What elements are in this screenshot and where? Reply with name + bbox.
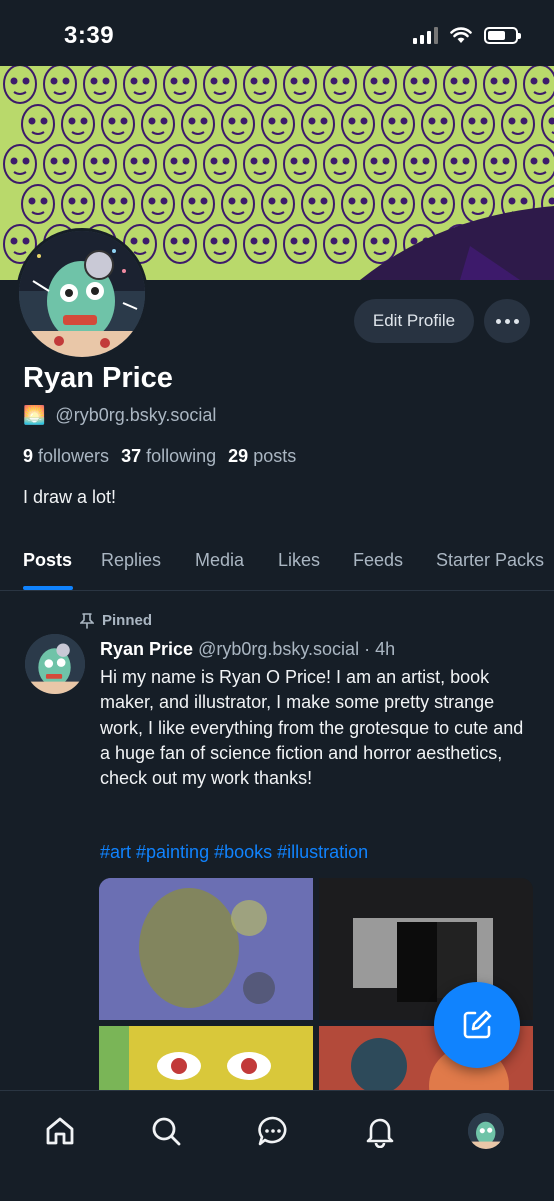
battery-icon	[484, 27, 518, 44]
active-tab-indicator	[23, 586, 73, 590]
tab-posts[interactable]: Posts	[23, 550, 72, 571]
posts-label: posts	[253, 446, 296, 466]
following-link[interactable]: 37 following	[121, 446, 216, 467]
home-icon	[43, 1114, 77, 1148]
pin-icon	[80, 613, 94, 629]
profile-name: Ryan Price	[23, 362, 173, 395]
following-count: 37	[121, 446, 141, 466]
post-text: Hi my name is Ryan O Price! I am an arti…	[100, 665, 530, 791]
avatar-artwork	[19, 231, 145, 357]
status-icons	[413, 26, 518, 44]
post-image-1[interactable]	[99, 878, 313, 1020]
search-icon	[149, 1114, 183, 1148]
posts-count: 29	[228, 446, 248, 466]
profile-avatar[interactable]	[16, 228, 148, 360]
nav-search[interactable]	[146, 1111, 186, 1151]
pinned-label: Pinned	[102, 612, 152, 629]
compose-icon	[459, 1007, 495, 1043]
sunrise-emoji: 🌅	[23, 405, 45, 426]
pinned-indicator: Pinned	[80, 612, 152, 629]
more-options-button[interactable]	[484, 299, 530, 343]
followers-count: 9	[23, 446, 33, 466]
post-header: Ryan Price @ryb0rg.bsky.social · 4h	[100, 639, 395, 660]
nav-home[interactable]	[40, 1111, 80, 1151]
chat-icon	[256, 1114, 290, 1148]
following-label: following	[146, 446, 216, 466]
profile-avatar-small	[468, 1113, 504, 1149]
post-author-name[interactable]: Ryan Price	[100, 639, 193, 659]
tab-feeds[interactable]: Feeds	[353, 550, 403, 571]
compose-post-button[interactable]	[434, 982, 520, 1068]
nav-profile[interactable]	[466, 1111, 506, 1151]
followers-label: followers	[38, 446, 109, 466]
nav-notifications[interactable]	[360, 1111, 400, 1151]
wifi-icon	[450, 27, 472, 44]
tab-replies[interactable]: Replies	[101, 550, 161, 571]
bottom-navigation	[0, 1090, 554, 1201]
cellular-signal-icon	[413, 26, 438, 44]
profile-handle: @ryb0rg.bsky.social	[55, 405, 216, 426]
tab-media[interactable]: Media	[195, 550, 244, 571]
nav-chat[interactable]	[253, 1111, 293, 1151]
more-dot	[514, 319, 519, 324]
more-dot	[505, 319, 510, 324]
profile-tabs: Posts Replies Media Likes Feeds Starter …	[0, 540, 554, 591]
tab-likes[interactable]: Likes	[278, 550, 320, 571]
post-author-avatar[interactable]	[25, 634, 85, 694]
tab-starter-packs[interactable]: Starter Packs	[436, 550, 544, 571]
followers-link[interactable]: 9 followers	[23, 446, 109, 467]
status-bar: 3:39	[0, 0, 554, 66]
post-avatar-artwork	[25, 634, 85, 694]
profile-bio: I draw a lot!	[23, 487, 116, 508]
status-time: 3:39	[64, 22, 114, 50]
post-time: · 4h	[364, 639, 395, 659]
more-dot	[496, 319, 501, 324]
posts-stat: 29 posts	[228, 446, 296, 467]
post-hashtags[interactable]: #art #painting #books #illustration	[100, 842, 368, 863]
bell-icon	[363, 1114, 397, 1148]
post-author-handle[interactable]: @ryb0rg.bsky.social	[198, 639, 359, 659]
edit-profile-button[interactable]: Edit Profile	[354, 299, 474, 343]
profile-handle-row: 🌅 @ryb0rg.bsky.social	[23, 405, 216, 426]
profile-stats: 9 followers 37 following 29 posts	[23, 446, 296, 467]
